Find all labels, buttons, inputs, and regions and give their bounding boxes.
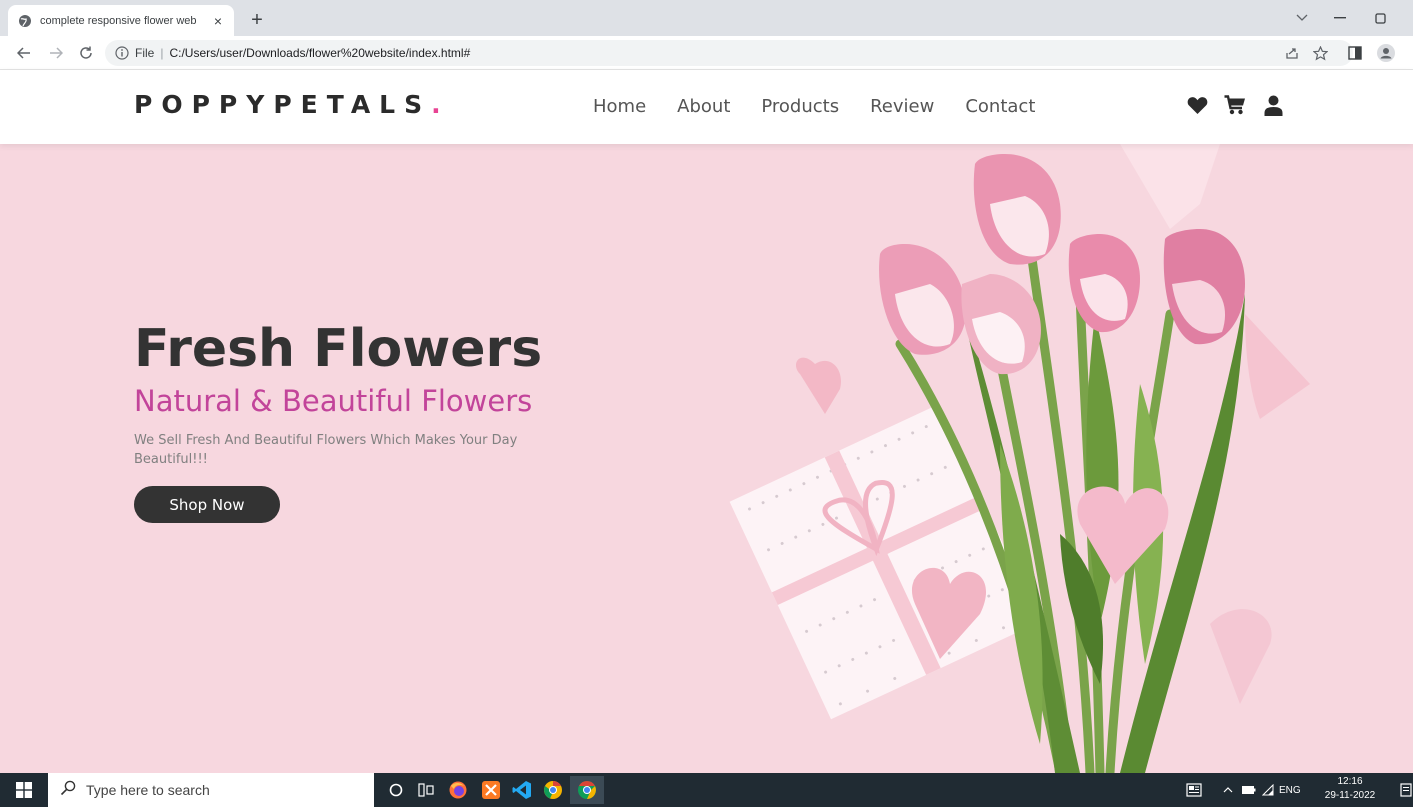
globe-icon — [18, 14, 32, 28]
hero-description: We Sell Fresh And Beautiful Flowers Whic… — [134, 433, 518, 467]
nav-home[interactable]: Home — [593, 96, 646, 117]
notification-icon[interactable] — [1400, 773, 1412, 807]
browser-toolbar: File | C:/Users/user/Downloads/flower%20… — [0, 36, 1413, 70]
hero-subtitle: Natural & Beautiful Flowers — [134, 384, 533, 418]
site-logo[interactable]: POPPYPETALS. — [134, 90, 450, 119]
hero-section: Fresh Flowers Natural & Beautiful Flower… — [0, 144, 1413, 773]
user-icon[interactable] — [1262, 94, 1284, 116]
language-indicator[interactable]: ENG — [1279, 773, 1301, 807]
hero-title: Fresh Flowers — [134, 319, 543, 379]
logo-dot: . — [431, 90, 450, 119]
xampp-icon[interactable] — [476, 776, 506, 804]
tab-close-icon[interactable]: × — [210, 13, 226, 29]
chevron-up-icon[interactable] — [1223, 773, 1233, 807]
taskbar-search-box[interactable]: Type here to search — [48, 773, 374, 807]
tab-title: complete responsive flower web — [40, 14, 197, 27]
reload-icon[interactable] — [76, 43, 96, 63]
minimize-icon[interactable] — [1320, 6, 1360, 30]
system-clock[interactable]: 12:16 29-11-2022 — [1322, 775, 1378, 803]
main-nav: Home About Products Review Contact — [593, 96, 1035, 117]
cart-icon[interactable] — [1224, 94, 1246, 116]
nav-products[interactable]: Products — [761, 96, 839, 117]
header-icons — [1186, 94, 1284, 116]
cortana-icon[interactable] — [381, 776, 411, 804]
browser-tab[interactable]: complete responsive flower web × — [8, 5, 234, 36]
address-url: C:/Users/user/Downloads/flower%20website… — [169, 46, 471, 60]
heart-icon[interactable] — [1186, 94, 1208, 116]
maximize-icon[interactable] — [1360, 6, 1400, 30]
info-icon[interactable] — [115, 46, 129, 60]
back-icon[interactable] — [14, 43, 34, 63]
windows-taskbar: Type here to search ENG 12:16 29-11-2022 — [0, 773, 1413, 807]
wifi-icon[interactable] — [1262, 773, 1274, 807]
windows-start-icon[interactable] — [16, 782, 32, 798]
nav-about[interactable]: About — [677, 96, 730, 117]
hero-content: Fresh Flowers Natural & Beautiful Flower… — [134, 319, 594, 523]
side-panel-icon[interactable] — [1346, 44, 1364, 62]
task-view-icon[interactable] — [411, 776, 441, 804]
site-header: POPPYPETALS. Home About Products Review … — [0, 70, 1413, 144]
browser-tab-strip: complete responsive flower web × + — [0, 0, 1413, 36]
chrome-icon[interactable] — [570, 776, 604, 804]
bookmark-star-icon[interactable] — [1311, 44, 1329, 62]
nav-review[interactable]: Review — [870, 96, 934, 117]
address-scheme: File — [135, 46, 155, 60]
share-icon[interactable] — [1283, 44, 1301, 62]
shop-now-button[interactable]: Shop Now — [134, 486, 280, 523]
search-icon — [60, 780, 76, 801]
logo-text: POPPYPETALS — [134, 90, 432, 119]
chrome-dev-icon[interactable] — [538, 776, 568, 804]
firefox-icon[interactable] — [443, 776, 473, 804]
nav-contact[interactable]: Contact — [965, 96, 1035, 117]
clock-date: 29-11-2022 — [1324, 790, 1376, 801]
forward-icon[interactable] — [46, 43, 66, 63]
news-widget-icon[interactable] — [1186, 773, 1202, 807]
clock-time: 12:16 — [1337, 776, 1363, 787]
new-tab-button[interactable]: + — [245, 8, 269, 32]
address-separator: | — [160, 46, 164, 60]
vscode-icon[interactable] — [507, 776, 537, 804]
battery-icon[interactable] — [1242, 773, 1256, 807]
address-bar[interactable]: File | C:/Users/user/Downloads/flower%20… — [105, 40, 1353, 66]
profile-icon[interactable] — [1377, 44, 1395, 62]
tulip-bouquet-image — [729, 144, 1310, 773]
search-placeholder: Type here to search — [86, 782, 210, 798]
tab-search-icon[interactable] — [1282, 6, 1322, 30]
